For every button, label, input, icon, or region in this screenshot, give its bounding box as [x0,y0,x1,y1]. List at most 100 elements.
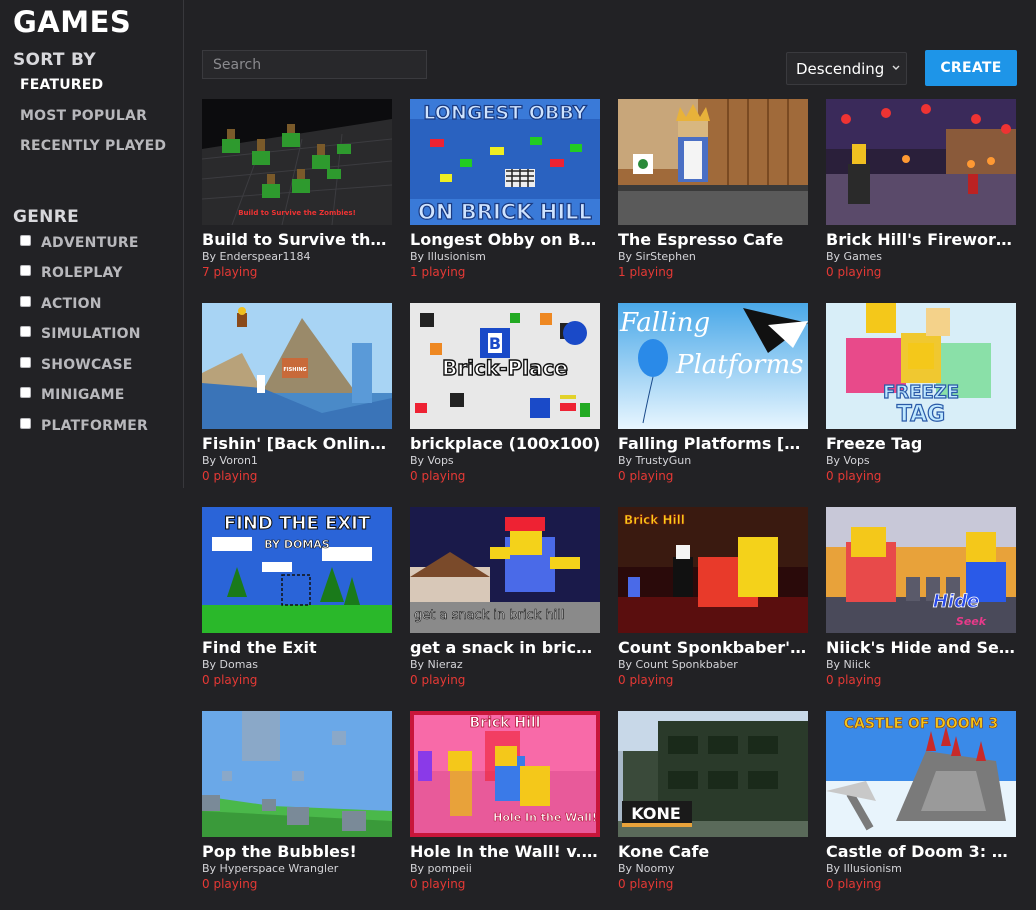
game-title[interactable]: Hole In the Wall! v.1.5 [410,842,602,861]
genre-checkbox[interactable] [20,386,31,398]
thumbnail-caption: Brick Hill [470,715,541,731]
sort-order-select[interactable]: Descending [786,52,907,85]
sort-most-popular[interactable]: MOST POPULAR [20,108,147,124]
game-title[interactable]: get a snack in brick hill [410,638,602,657]
game-title[interactable]: Niick's Hide and Seek [826,638,1018,657]
genre-showcase[interactable]: SHOWCASE [20,356,133,374]
game-card[interactable]: get a snack in brick hill get a snack in… [410,507,602,697]
game-author[interactable]: By Niick [826,658,870,671]
game-title[interactable]: Falling Platforms [Alpha] [618,434,810,453]
game-author[interactable]: By Illusionism [826,862,902,875]
game-card[interactable]: CASTLE OF DOOM 3 Castle of Doom 3: The R… [826,711,1018,901]
game-author[interactable]: By Vops [410,454,454,467]
game-author[interactable]: By Illusionism [410,250,486,263]
game-playing-count: 0 playing [618,877,674,891]
sort-recently-played[interactable]: RECENTLY PLAYED [20,138,166,154]
game-card[interactable]: Build to Survive the Zombies! Build to S… [202,99,394,289]
game-thumbnail[interactable]: CASTLE OF DOOM 3 [826,711,1016,837]
game-card[interactable]: Pop the Bubbles! By Hyperspace Wrangler … [202,711,392,901]
create-button[interactable]: CREATE [925,50,1017,86]
game-thumbnail[interactable]: Hide Seek [826,507,1016,633]
genre-label: SHOWCASE [41,357,133,373]
thumbnail-caption: TAG [897,402,945,427]
genre-roleplay[interactable]: ROLEPLAY [20,264,123,282]
game-author[interactable]: By pompeii [410,862,472,875]
genre-checkbox[interactable] [20,264,31,276]
thumbnail-caption: Platforms [675,350,803,380]
game-thumbnail[interactable]: KONE [618,711,808,837]
game-thumbnail[interactable]: get a snack in brick hill [410,507,600,633]
game-title[interactable]: Kone Cafe [618,842,810,861]
game-card[interactable]: Brick Hill Hole In the Wall! Hole In the… [410,711,602,901]
game-title[interactable]: Brick Hill's Fireworks Festival [826,230,1018,249]
game-author[interactable]: By SirStephen [618,250,696,263]
game-author[interactable]: By Count Sponkbaber [618,658,738,671]
game-card[interactable]: Hide Seek Niick's Hide and Seek By Niick… [826,507,1018,697]
game-card[interactable]: FISHING Fishin' [Back Online!] By Voron1… [202,303,394,493]
genre-label: ROLEPLAY [41,265,123,281]
sidebar: SORT BY FEATURED MOST POPULAR RECENTLY P… [0,0,184,488]
genre-platformer[interactable]: PLATFORMER [20,417,148,435]
game-title[interactable]: Castle of Doom 3: The Return [826,842,1018,861]
game-playing-count: 1 playing [618,265,674,279]
genre-action[interactable]: ACTION [20,295,102,313]
thumbnail-caption: CASTLE OF DOOM 3 [844,716,998,732]
search-input[interactable] [202,50,427,79]
game-thumbnail[interactable] [202,711,392,837]
game-card[interactable]: The Espresso Cafe By SirStephen 1 playin… [618,99,808,289]
game-card[interactable]: FREEZE TAG Freeze Tag By Vops 0 playing [826,303,1016,493]
game-title[interactable]: Fishin' [Back Online!] [202,434,394,453]
game-card[interactable]: Brick Hill Count Sponkbaber's Castle By … [618,507,810,697]
game-author[interactable]: By Noomy [618,862,674,875]
game-playing-count: 0 playing [618,469,674,483]
genre-adventure[interactable]: ADVENTURE [20,234,139,252]
svg-text:Seek: Seek [956,615,987,628]
game-title[interactable]: brickplace (100x100) [410,434,602,453]
genre-checkbox[interactable] [20,417,31,429]
game-author[interactable]: By TrustyGun [618,454,691,467]
game-title[interactable]: Count Sponkbaber's Castle [618,638,810,657]
game-playing-count: 0 playing [618,673,674,687]
game-card[interactable]: KONE Kone Cafe By Noomy 0 playing [618,711,808,901]
genre-label: SIMULATION [41,326,141,342]
genre-checkbox[interactable] [20,356,31,368]
game-title[interactable]: Pop the Bubbles! [202,842,394,861]
game-title[interactable]: Freeze Tag [826,434,1018,453]
game-thumbnail[interactable]: Brick Hill Hole In the Wall! [410,711,600,837]
game-title[interactable]: Find the Exit [202,638,394,657]
game-card[interactable]: LONGEST OBBY ON BRICK HILL Longest Obby … [410,99,602,289]
genre-checkbox[interactable] [20,325,31,337]
game-author[interactable]: By Vops [826,454,870,467]
game-card[interactable]: FIND THE EXIT BY DOMAS Find the Exit By … [202,507,392,697]
game-thumbnail[interactable]: LONGEST OBBY ON BRICK HILL [410,99,600,225]
game-title[interactable]: The Espresso Cafe [618,230,810,249]
game-thumbnail[interactable]: FIND THE EXIT BY DOMAS [202,507,392,633]
genre-checkbox[interactable] [20,295,31,307]
game-thumbnail[interactable]: FISHING [202,303,392,429]
game-thumbnail[interactable]: Build to Survive the Zombies! [202,99,392,225]
game-title[interactable]: Build to Survive the Zombies! [202,230,394,249]
game-playing-count: 1 playing [410,265,466,279]
svg-text:B: B [489,334,501,353]
game-card[interactable]: B Brick-Place brickplace (100x100) By Vo… [410,303,600,493]
game-author[interactable]: By Enderspear1184 [202,250,311,263]
game-title[interactable]: Longest Obby on Brick Hill [410,230,602,249]
game-author[interactable]: By Domas [202,658,258,671]
game-author[interactable]: By Nieraz [410,658,463,671]
thumbnail-caption: ON BRICK HILL [418,200,592,224]
genre-minigame[interactable]: MINIGAME [20,386,125,404]
game-author[interactable]: By Games [826,250,882,263]
game-thumbnail[interactable]: B Brick-Place [410,303,600,429]
game-thumbnail[interactable] [618,99,808,225]
genre-simulation[interactable]: SIMULATION [20,325,141,343]
game-thumbnail[interactable]: FREEZE TAG [826,303,1016,429]
game-author[interactable]: By Voron1 [202,454,258,467]
game-thumbnail[interactable]: Falling Platforms [618,303,808,429]
game-author[interactable]: By Hyperspace Wrangler [202,862,338,875]
game-thumbnail[interactable] [826,99,1016,225]
game-card[interactable]: Brick Hill's Fireworks Festival By Games… [826,99,1018,289]
game-card[interactable]: Falling Platforms Falling Platforms [Alp… [618,303,810,493]
game-thumbnail[interactable]: Brick Hill [618,507,808,633]
sort-featured[interactable]: FEATURED [20,77,103,93]
genre-checkbox[interactable] [20,234,31,246]
